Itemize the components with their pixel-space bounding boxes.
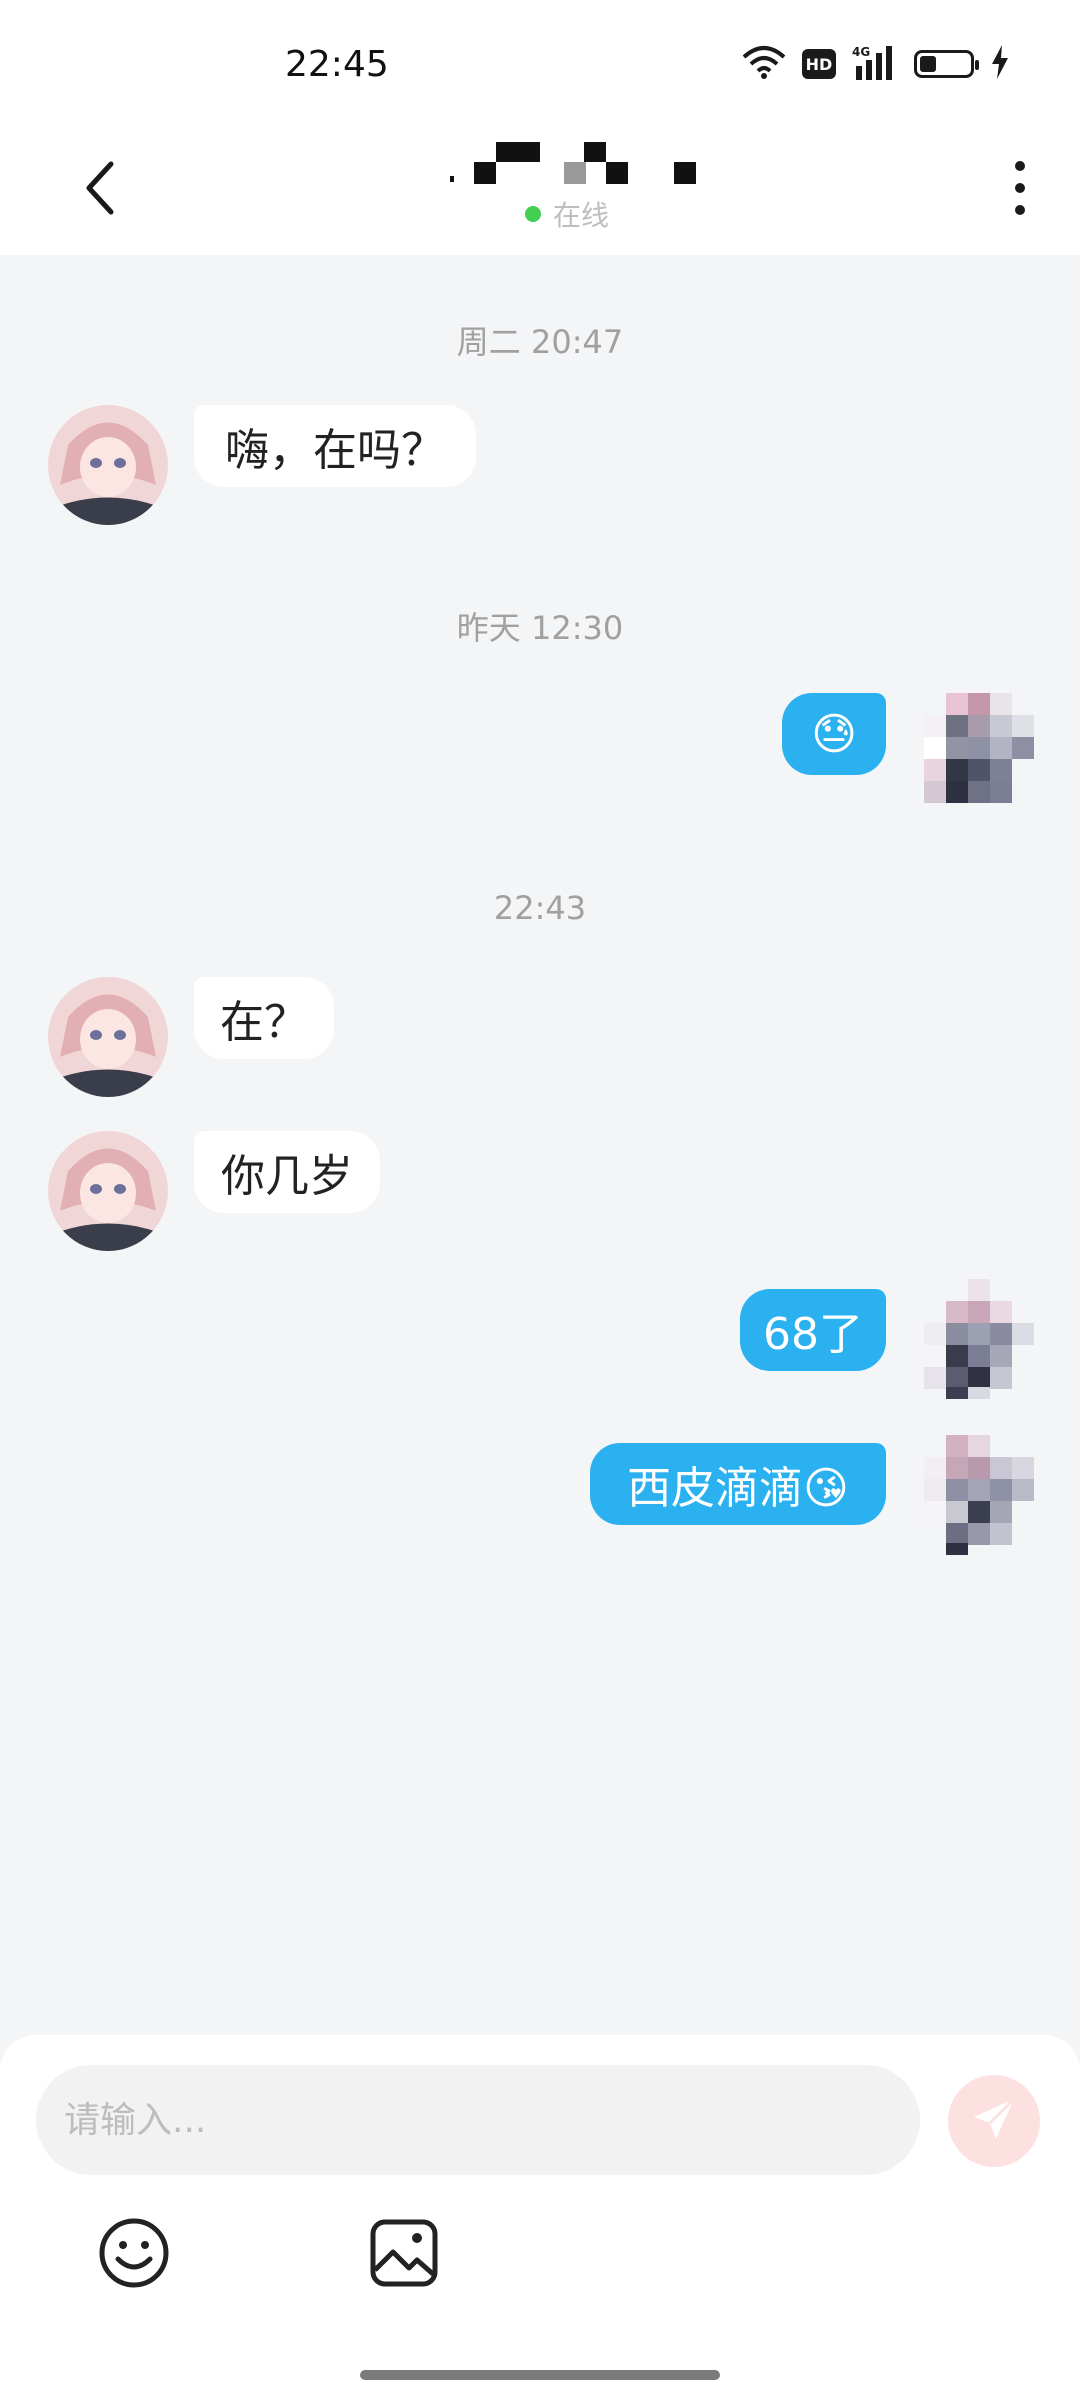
user-avatar[interactable] [914,1435,1034,1555]
image-icon [369,2218,439,2292]
svg-text:4G: 4G [852,45,870,59]
send-button[interactable] [948,2075,1040,2167]
incoming-message: 嗨，在吗？ [194,405,476,487]
smile-icon [98,2217,170,2293]
emoji-button[interactable] [94,2215,174,2295]
more-options-button[interactable] [990,150,1050,230]
signal-4g-icon: 4G [852,44,898,84]
user-avatar[interactable] [914,1279,1034,1399]
contact-avatar[interactable] [48,1131,168,1251]
online-status: 在线 [525,194,609,234]
wifi-icon [742,45,786,83]
more-vertical-icon [1014,160,1026,220]
message-list[interactable]: 周二 20:47 嗨，在吗？ 昨天 12:30 😓 22:43 在？ 你几岁 6… [0,255,1080,2035]
composer [0,2035,1080,2400]
chat-header: 在线 [0,130,1080,255]
chevron-left-icon [83,160,117,220]
status-bar: 22:45 HD 4G [0,0,1080,130]
battery-icon [914,50,979,78]
outgoing-message: 😓 [782,693,886,775]
image-button[interactable] [364,2215,444,2295]
status-icons: HD 4G [742,44,1010,84]
charging-icon [990,45,1010,83]
contact-avatar[interactable] [48,405,168,525]
home-indicator[interactable] [360,2370,720,2380]
outgoing-message: 68了 [740,1289,886,1371]
timestamp: 周二 20:47 [456,323,624,361]
message-input[interactable] [36,2065,920,2175]
hd-icon: HD [802,49,836,79]
timestamp: 22:43 [493,889,587,927]
incoming-message: 在？ [194,977,334,1059]
online-label: 在线 [553,199,610,232]
status-time: 22:45 [285,44,389,85]
send-icon [970,2095,1018,2147]
incoming-message: 你几岁 [194,1131,380,1213]
online-dot [525,206,541,222]
timestamp: 昨天 12:30 [456,609,624,647]
contact-avatar[interactable] [48,977,168,1097]
contact-name-redacted [450,136,710,186]
back-button[interactable] [70,150,130,230]
outgoing-message: 西皮滴滴😘 [590,1443,886,1525]
user-avatar[interactable] [914,693,1034,813]
